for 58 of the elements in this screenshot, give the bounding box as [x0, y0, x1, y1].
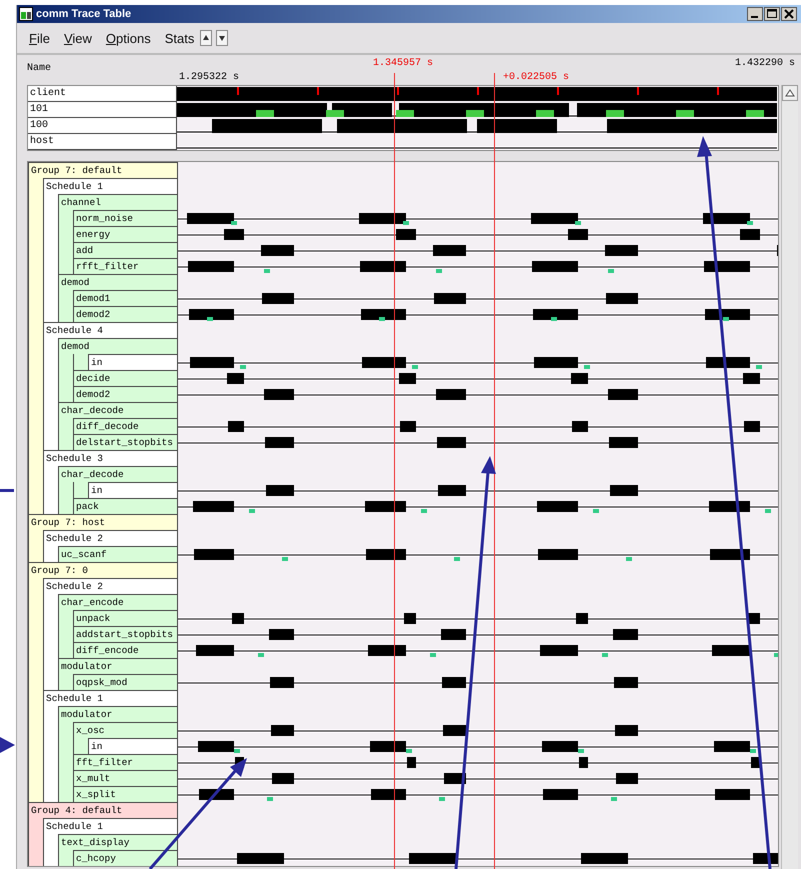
group-label[interactable]: Group 7: 0 [28, 562, 178, 578]
module-label[interactable]: char_encode [58, 594, 178, 610]
task-label[interactable]: energy [73, 226, 178, 242]
menu-item[interactable]: Options [104, 30, 153, 46]
window-title: comm Trace Table [36, 8, 132, 20]
module-label[interactable]: demod [58, 338, 178, 354]
task-label[interactable]: c_hcopy [73, 850, 178, 866]
group-label[interactable]: Group 7: host [28, 514, 178, 530]
cursor-time: 1.345957 s [373, 58, 434, 69]
task-label[interactable]: fft_filter [73, 754, 178, 770]
task-label[interactable]: x_split [73, 786, 178, 802]
schedule-label[interactable]: Schedule 3 [43, 450, 178, 466]
task-label[interactable]: addstart_stopbits [73, 626, 178, 642]
module-label[interactable]: uc_scanf [58, 546, 178, 562]
task-label[interactable]: demod2 [73, 386, 178, 402]
task-label[interactable]: delstart_stopbits [73, 434, 178, 450]
schedule-label[interactable]: Schedule 2 [43, 530, 178, 546]
task-label[interactable]: demod1 [73, 290, 178, 306]
module-label[interactable]: text_display [58, 834, 178, 850]
start-time: 1.295322 s [179, 72, 240, 83]
task-label[interactable]: x_mult [73, 770, 178, 786]
task-label[interactable]: x_osc [73, 722, 178, 738]
module-label[interactable]: modulator [58, 706, 178, 722]
schedule-label[interactable]: Schedule 1 [43, 818, 178, 834]
module-label[interactable]: modulator [58, 658, 178, 674]
menu-item[interactable]: View [62, 30, 94, 46]
name-header: Name [27, 63, 52, 74]
port-label[interactable]: in [88, 482, 178, 498]
schedule-label[interactable]: Schedule 1 [43, 690, 178, 706]
menu-item[interactable]: Stats [162, 30, 196, 46]
overview-label: host [28, 134, 177, 150]
task-label[interactable]: pack [73, 498, 178, 514]
delta-time: +0.022505 s [503, 72, 570, 83]
overview-label: 101 [28, 102, 177, 118]
group-label[interactable]: Group 7: default [28, 162, 178, 178]
module-label[interactable]: char_decode [58, 466, 178, 482]
task-label[interactable]: decide [73, 370, 178, 386]
port-label[interactable]: in [88, 354, 178, 370]
task-label[interactable]: oqpsk_mod [73, 674, 178, 690]
task-label[interactable]: diff_decode [73, 418, 178, 434]
overview-label: 100 [28, 118, 177, 134]
task-label[interactable]: rfft_filter [73, 258, 178, 274]
schedule-label[interactable]: Schedule 4 [43, 322, 178, 338]
group-label[interactable]: Group 4: default [28, 802, 178, 818]
module-label[interactable]: char_decode [58, 402, 178, 418]
module-label[interactable]: channel [58, 194, 178, 210]
port-label[interactable]: in [88, 738, 178, 754]
overview-label: client [28, 86, 177, 102]
task-label[interactable]: demod2 [73, 306, 178, 322]
task-label[interactable]: diff_encode [73, 642, 178, 658]
task-label[interactable]: norm_noise [73, 210, 178, 226]
end-time: 1.432290 s [735, 58, 796, 69]
menu-item[interactable]: File [27, 30, 52, 46]
task-label[interactable]: add [73, 242, 178, 258]
module-label[interactable]: demod [58, 274, 178, 290]
schedule-label[interactable]: Schedule 2 [43, 578, 178, 594]
schedule-label[interactable]: Schedule 1 [43, 178, 178, 194]
task-label[interactable]: unpack [73, 610, 178, 626]
